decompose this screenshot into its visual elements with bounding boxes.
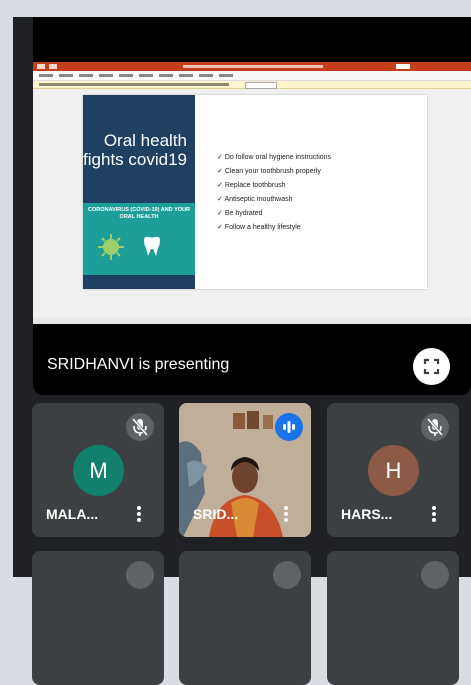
fullscreen-button[interactable] — [413, 348, 450, 385]
virus-icon — [98, 234, 124, 260]
participant-tile[interactable] — [179, 551, 311, 685]
participant-tile[interactable]: M MALA... — [32, 403, 164, 537]
slide: Oral health fights covid19 CORONAVIRUS (… — [83, 95, 427, 289]
participant-tile[interactable] — [327, 551, 459, 685]
slide-band-text: CORONAVIRUS (COVID-19) AND YOUR ORAL HEA… — [88, 207, 190, 220]
presenter-label: SRIDHANVI is presenting — [47, 356, 230, 373]
powerpoint-message-bar — [33, 81, 471, 89]
participant-name: SRID... — [193, 506, 239, 522]
slide-bullet: Clean your toothbrush properly — [217, 165, 331, 179]
slide-title-panel: Oral health fights covid19 CORONAVIRUS (… — [83, 95, 195, 289]
mic-off-icon — [126, 413, 154, 441]
powerpoint-statusbar — [33, 317, 471, 324]
slide-bullet: Be hydrated — [217, 207, 331, 221]
slide-title: Oral health fights covid19 — [83, 131, 187, 169]
mic-off-icon — [421, 561, 449, 589]
slide-bullet: Antiseptic mouthwash — [217, 193, 331, 207]
shared-screen: Oral health fights covid19 CORONAVIRUS (… — [33, 62, 471, 324]
more-options-icon[interactable] — [283, 505, 289, 523]
presentation-tile[interactable]: Oral health fights covid19 CORONAVIRUS (… — [33, 17, 471, 395]
meeting-stage: Oral health fights covid19 CORONAVIRUS (… — [13, 17, 471, 685]
slide-bullet: Do follow oral hygiene instructions — [217, 151, 331, 165]
participant-tile[interactable]: H HARS... — [327, 403, 459, 537]
mic-off-icon — [126, 561, 154, 589]
slide-bullet: Follow a healthy lifestyle — [217, 221, 331, 235]
avatar: H — [368, 445, 419, 496]
tooth-icon — [144, 236, 160, 256]
mic-off-icon — [421, 413, 449, 441]
mic-off-icon — [273, 561, 301, 589]
fullscreen-icon — [423, 358, 440, 375]
participant-tile-video[interactable]: SRID... — [179, 403, 311, 537]
speaking-indicator-icon — [275, 413, 303, 441]
slide-bullet: Replace toothbrush — [217, 179, 331, 193]
more-options-icon[interactable] — [136, 505, 142, 523]
powerpoint-titlebar — [33, 62, 471, 71]
participant-name: MALA... — [46, 506, 99, 522]
participant-name: HARS... — [341, 506, 393, 522]
more-options-icon[interactable] — [431, 505, 437, 523]
powerpoint-ribbon — [33, 71, 471, 81]
slide-band: CORONAVIRUS (COVID-19) AND YOUR ORAL HEA… — [83, 203, 195, 275]
avatar: M — [73, 445, 124, 496]
participant-tile[interactable] — [32, 551, 164, 685]
slide-bullet-list: Do follow oral hygiene instructions Clea… — [217, 151, 331, 235]
